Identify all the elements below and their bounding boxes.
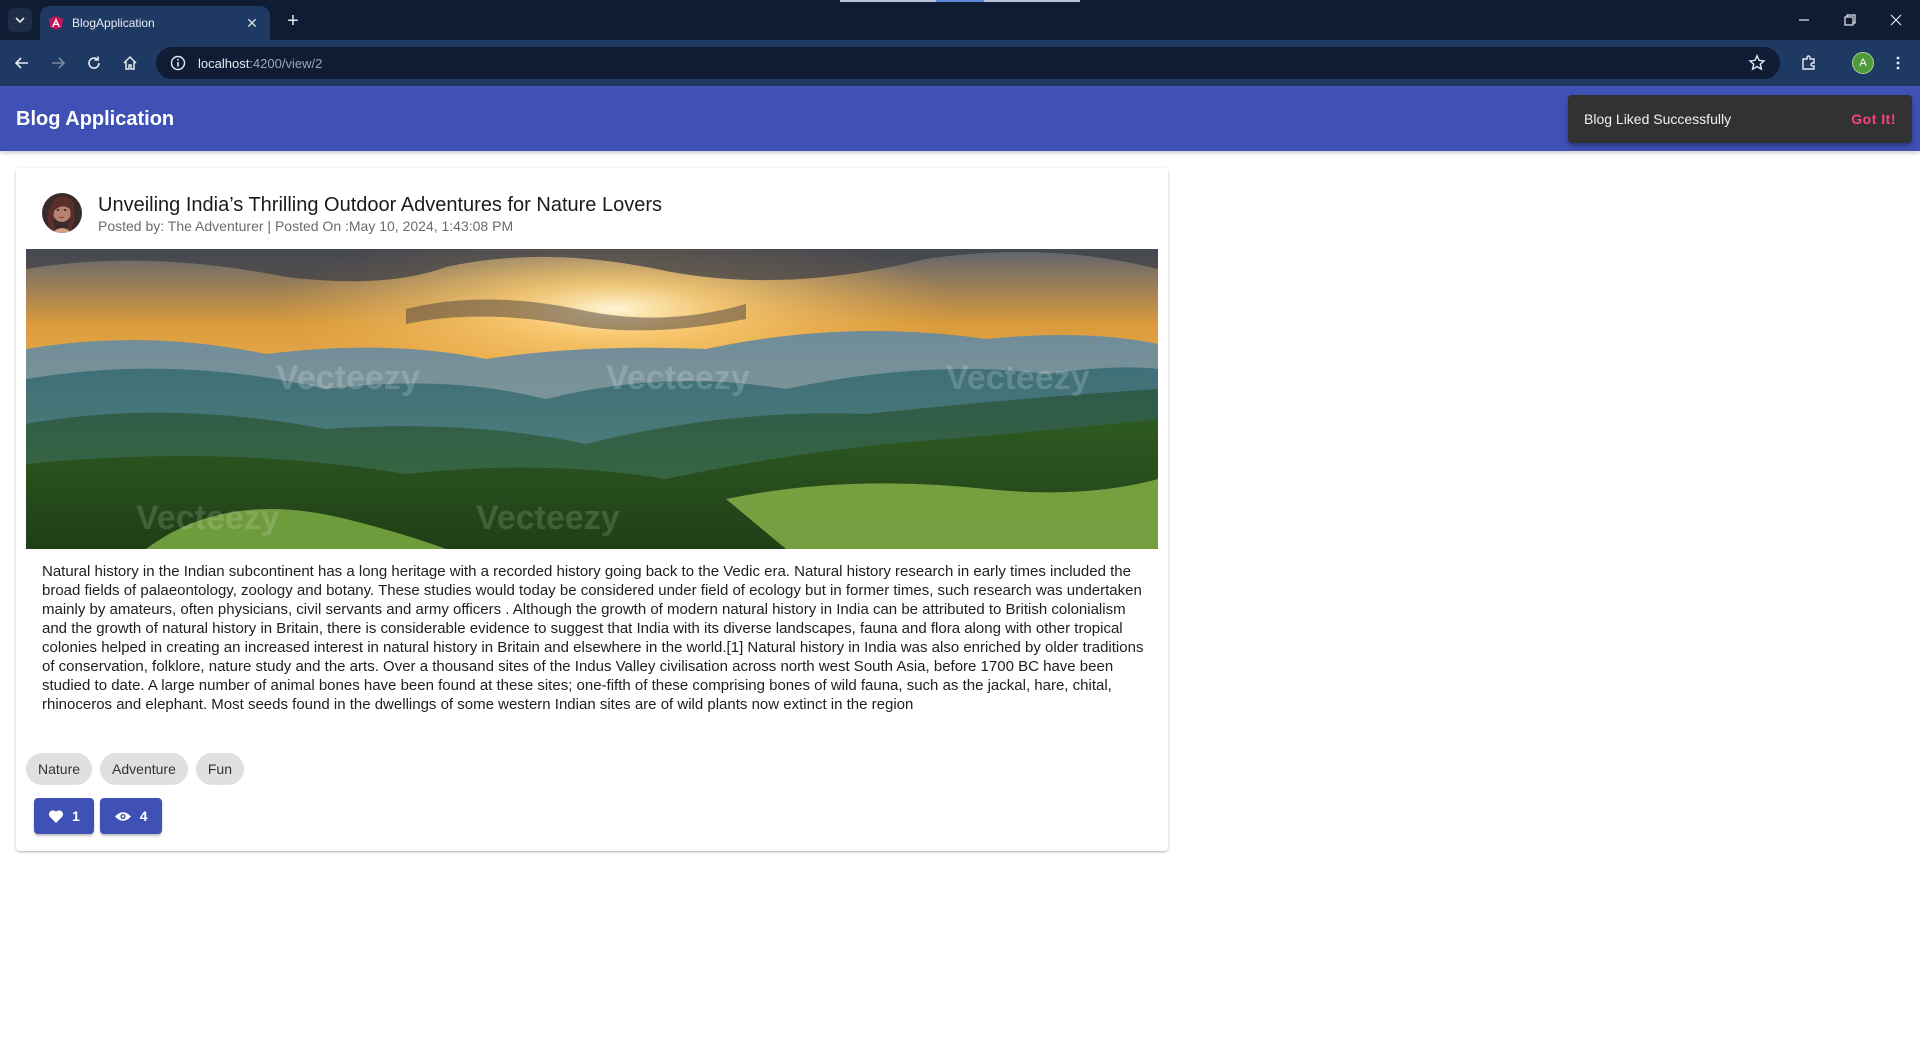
view-count: 4 xyxy=(139,808,148,824)
profile-avatar[interactable]: A xyxy=(1852,52,1874,74)
restore-icon[interactable] xyxy=(1828,6,1872,34)
close-tab-icon[interactable]: ✕ xyxy=(242,13,262,33)
extensions-icon[interactable] xyxy=(1795,49,1823,77)
watermark-text: Vecteezy xyxy=(136,499,280,537)
snackbar: Blog Liked Successfully Got It! xyxy=(1568,95,1912,143)
snackbar-action-button[interactable]: Got It! xyxy=(1851,111,1896,127)
snackbar-message: Blog Liked Successfully xyxy=(1584,111,1732,127)
browser-tab-active[interactable]: BlogApplication ✕ xyxy=(40,6,270,40)
heart-icon xyxy=(48,809,64,823)
tag-chip[interactable]: Adventure xyxy=(100,753,188,785)
close-window-icon[interactable] xyxy=(1874,6,1918,34)
post-author: The Adventurer xyxy=(167,218,264,234)
watermark-text: Vecteezy xyxy=(606,359,750,397)
forward-icon[interactable] xyxy=(44,49,72,77)
tab-title: BlogApplication xyxy=(72,16,155,30)
browser-menu-icon[interactable] xyxy=(1884,49,1912,77)
eye-icon xyxy=(114,811,131,821)
watermark-text: Vecteezy xyxy=(476,499,620,537)
views-button[interactable]: 4 xyxy=(99,798,162,834)
like-button[interactable]: 1 xyxy=(34,798,94,834)
tag-chip-list: Nature Adventure Fun xyxy=(26,753,244,785)
window-drag-indicator xyxy=(840,0,1080,2)
reload-icon[interactable] xyxy=(80,49,108,77)
site-info-icon[interactable] xyxy=(170,55,186,71)
address-bar[interactable]: localhost:4200/view/2 xyxy=(156,47,1780,79)
new-tab-button[interactable]: + xyxy=(280,8,306,34)
chevron-down-icon xyxy=(15,17,25,24)
posted-by-label: Posted by: xyxy=(98,218,168,234)
tab-search-button[interactable] xyxy=(8,8,32,32)
tag-chip[interactable]: Nature xyxy=(26,753,93,785)
browser-tabstrip: BlogApplication ✕ + xyxy=(0,0,1920,40)
tag-chip[interactable]: Fun xyxy=(195,753,244,785)
url-host: localhost xyxy=(198,55,250,71)
meta-separator: | xyxy=(263,218,275,234)
minimize-icon[interactable] xyxy=(1782,6,1826,34)
post-title: Unveiling India’s Thrilling Outdoor Adve… xyxy=(98,194,663,216)
app-title: Blog Application xyxy=(16,108,175,130)
post-meta: Posted by: The Adventurer | Posted On :M… xyxy=(98,218,513,234)
bookmark-star-icon[interactable] xyxy=(1748,54,1766,72)
blog-card: Unveiling India’s Thrilling Outdoor Adve… xyxy=(16,168,1168,851)
post-body: Natural history in the Indian subcontine… xyxy=(42,563,1144,713)
angular-favicon-icon xyxy=(49,16,63,30)
like-count: 1 xyxy=(72,808,80,824)
post-hero-image: Vecteezy Vecteezy Vecteezy Vecteezy Vect… xyxy=(26,249,1158,549)
home-icon[interactable] xyxy=(116,49,144,77)
back-icon[interactable] xyxy=(8,49,36,77)
post-actions: 1 4 xyxy=(34,798,162,834)
url-path: :4200/view/2 xyxy=(249,55,323,71)
post-date: May 10, 2024, 1:43:08 PM xyxy=(348,218,514,234)
watermark-text: Vecteezy xyxy=(946,359,1090,397)
browser-toolbar: localhost:4200/view/2 A xyxy=(0,40,1920,86)
watermark-text: Vecteezy xyxy=(276,359,420,397)
author-avatar xyxy=(42,193,82,233)
posted-on-label: Posted On : xyxy=(274,218,349,234)
